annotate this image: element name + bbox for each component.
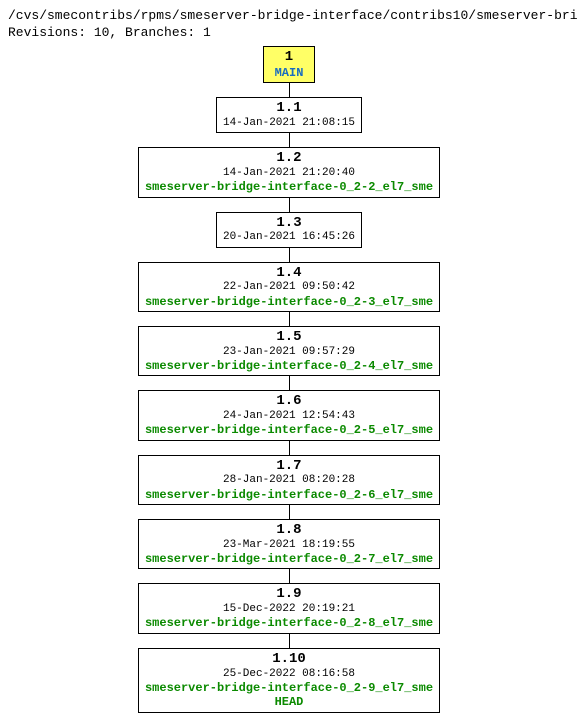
revision-date: 28-Jan-2021 08:20:28 — [145, 474, 433, 487]
revision-node[interactable]: 1.728-Jan-2021 08:20:28smeserver-bridge-… — [138, 455, 440, 505]
revision-tag: smeserver-bridge-interface-0_2-4_el7_sme — [145, 359, 433, 373]
revision-date: 24-Jan-2021 12:54:43 — [145, 410, 433, 423]
revision-node[interactable]: 1.320-Jan-2021 16:45:26 — [216, 212, 362, 248]
file-path: /cvs/smecontribs/rpms/smeserver-bridge-i… — [8, 8, 570, 23]
page-root: /cvs/smecontribs/rpms/smeserver-bridge-i… — [0, 0, 578, 721]
connector — [289, 505, 290, 519]
revision-node[interactable]: 1.214-Jan-2021 21:20:40smeserver-bridge-… — [138, 147, 440, 197]
connector — [289, 198, 290, 212]
revision-tag: smeserver-bridge-interface-0_2-5_el7_sme — [145, 423, 433, 437]
revision-node[interactable]: 1.915-Dec-2022 20:19:21smeserver-bridge-… — [138, 583, 440, 633]
revision-date: 23-Mar-2021 18:19:55 — [145, 539, 433, 552]
revision-tag: HEAD — [145, 695, 433, 709]
connector — [289, 441, 290, 455]
revision-node[interactable]: 1.624-Jan-2021 12:54:43smeserver-bridge-… — [138, 390, 440, 440]
revision-number: 1.6 — [145, 393, 433, 410]
connector — [289, 312, 290, 326]
revision-date: 15-Dec-2022 20:19:21 — [145, 603, 433, 616]
revision-summary: Revisions: 10, Branches: 1 — [8, 25, 570, 40]
connector — [289, 376, 290, 390]
branch-number: 1 — [272, 49, 306, 66]
revision-number: 1.1 — [223, 100, 355, 117]
branch-node[interactable]: 1 MAIN — [263, 46, 315, 83]
revision-tree: 1 MAIN 1.114-Jan-2021 21:08:151.214-Jan-… — [8, 46, 570, 713]
revision-number: 1.2 — [145, 150, 433, 167]
revision-node[interactable]: 1.1025-Dec-2022 08:16:58smeserver-bridge… — [138, 648, 440, 713]
revision-number: 1.9 — [145, 586, 433, 603]
revision-tag: smeserver-bridge-interface-0_2-7_el7_sme — [145, 552, 433, 566]
revision-number: 1.5 — [145, 329, 433, 346]
revision-tag: smeserver-bridge-interface-0_2-2_el7_sme — [145, 180, 433, 194]
revision-date: 23-Jan-2021 09:57:29 — [145, 346, 433, 359]
revision-tag: smeserver-bridge-interface-0_2-3_el7_sme — [145, 295, 433, 309]
revision-date: 22-Jan-2021 09:50:42 — [145, 281, 433, 294]
revision-node[interactable]: 1.823-Mar-2021 18:19:55smeserver-bridge-… — [138, 519, 440, 569]
revision-node[interactable]: 1.422-Jan-2021 09:50:42smeserver-bridge-… — [138, 262, 440, 312]
revision-number: 1.8 — [145, 522, 433, 539]
revision-number: 1.7 — [145, 458, 433, 475]
connector — [289, 133, 290, 147]
revision-tag: smeserver-bridge-interface-0_2-8_el7_sme — [145, 616, 433, 630]
connector — [289, 634, 290, 648]
revision-tag: smeserver-bridge-interface-0_2-6_el7_sme — [145, 488, 433, 502]
revision-number: 1.4 — [145, 265, 433, 282]
revision-number: 1.10 — [145, 651, 433, 668]
connector — [289, 569, 290, 583]
connector — [289, 248, 290, 262]
revision-date: 14-Jan-2021 21:08:15 — [223, 117, 355, 130]
revision-node[interactable]: 1.114-Jan-2021 21:08:15 — [216, 97, 362, 133]
revision-node[interactable]: 1.523-Jan-2021 09:57:29smeserver-bridge-… — [138, 326, 440, 376]
branch-name: MAIN — [272, 66, 306, 80]
revision-tag: smeserver-bridge-interface-0_2-9_el7_sme — [145, 681, 433, 695]
revision-date: 25-Dec-2022 08:16:58 — [145, 668, 433, 681]
revision-number: 1.3 — [223, 215, 355, 232]
revision-date: 14-Jan-2021 21:20:40 — [145, 167, 433, 180]
revision-date: 20-Jan-2021 16:45:26 — [223, 231, 355, 244]
connector — [289, 83, 290, 97]
